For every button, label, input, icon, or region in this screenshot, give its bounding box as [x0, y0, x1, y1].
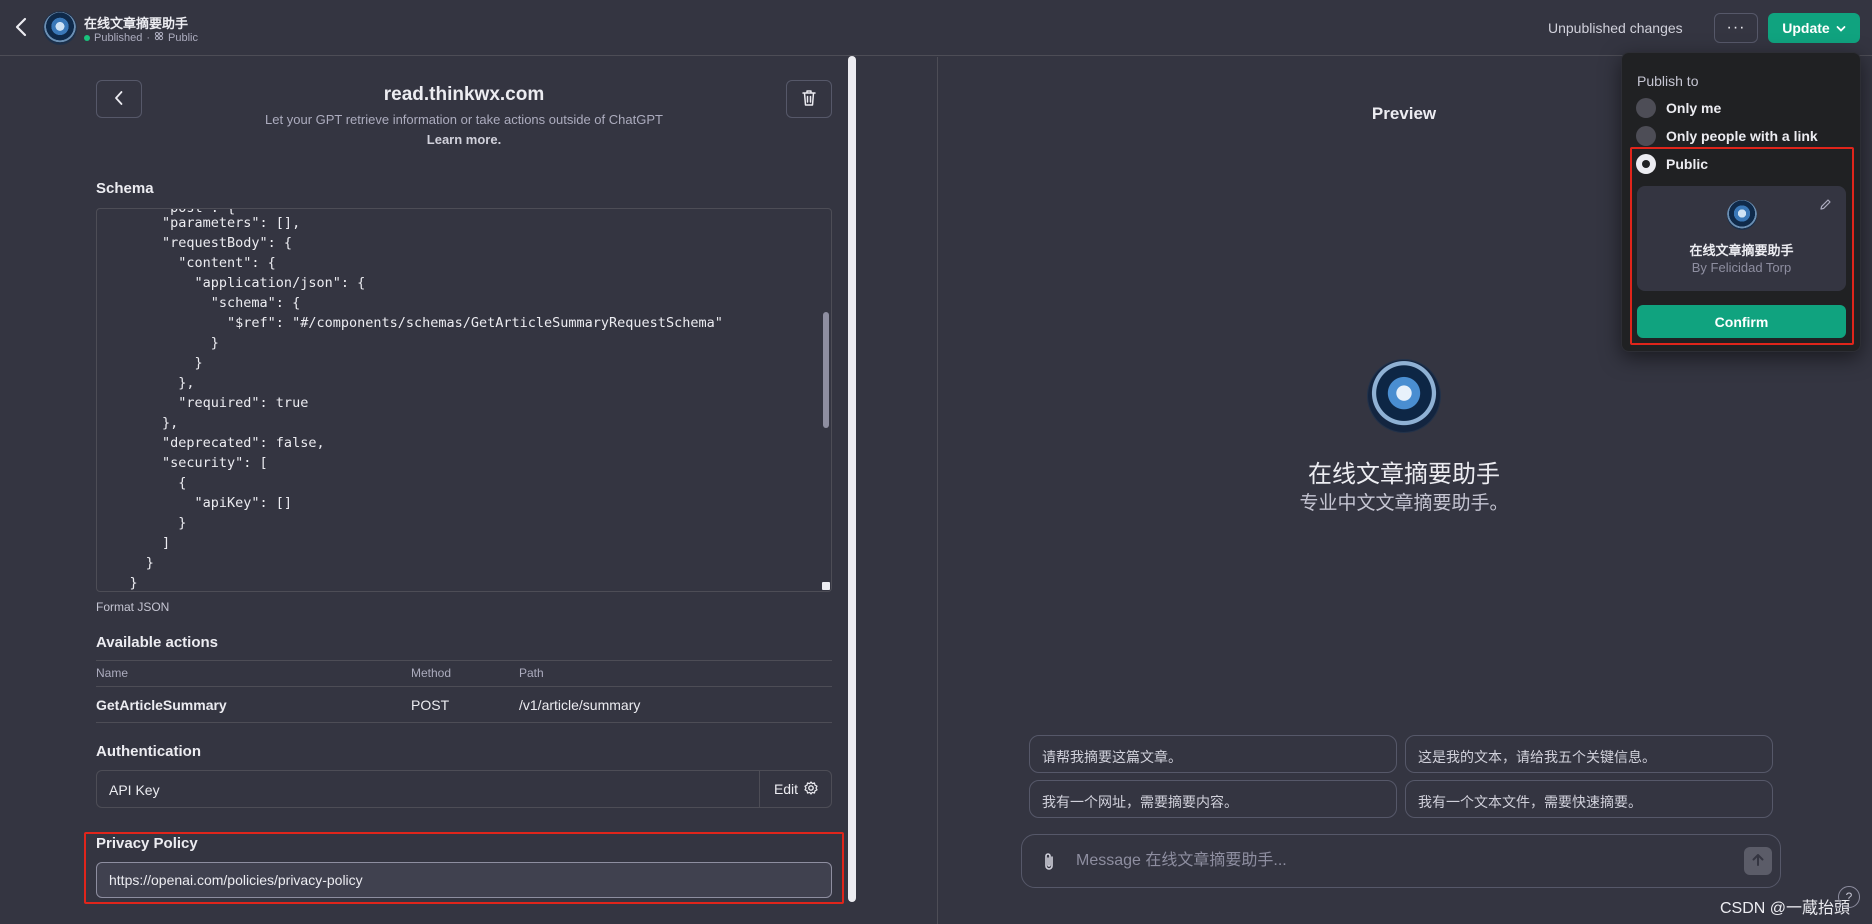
privacy-policy-heading: Privacy Policy: [96, 835, 198, 852]
action-row-name: GetArticleSummary: [96, 697, 227, 713]
authentication-heading: Authentication: [96, 743, 201, 760]
schema-line: },: [97, 375, 195, 391]
resize-handle-icon[interactable]: [822, 582, 830, 590]
panel-divider: [937, 57, 938, 924]
schema-scrollbar-thumb[interactable]: [823, 312, 829, 428]
gpt-preview-card: 在线文章摘要助手 By Felicidad Torp: [1637, 186, 1846, 291]
schema-line: "parameters": [],: [97, 215, 301, 231]
confirm-button[interactable]: Confirm: [1637, 305, 1846, 338]
divider: [96, 686, 832, 687]
public-globe-icon: [154, 31, 164, 44]
preview-title: Preview: [1371, 104, 1437, 123]
chevron-left-icon: [114, 90, 124, 109]
suggestion-chip[interactable]: 我有一个文本文件，需要快速摘要。: [1405, 780, 1773, 818]
schema-line: }: [97, 555, 154, 571]
status-label: Published: [94, 31, 143, 44]
panel-scrollbar[interactable]: [848, 56, 856, 902]
schema-line: }: [97, 575, 138, 591]
col-header-method: Method: [411, 666, 452, 680]
published-dot-icon: [84, 34, 90, 41]
schema-editor[interactable]: "post": { "parameters": [], "requestBody…: [96, 208, 832, 592]
schema-line: "required": true: [97, 395, 309, 411]
option-label: Public: [1666, 156, 1709, 172]
schema-line: ]: [97, 535, 171, 551]
format-json-link[interactable]: Format JSON: [96, 600, 169, 614]
radio-unselected-icon: [1636, 126, 1656, 146]
preview-gpt-description: 专业中文文章摘要助手。: [1299, 493, 1509, 514]
publish-to-heading: Publish to: [1637, 73, 1699, 89]
auth-type-value: API Key: [109, 782, 160, 798]
suggestion-chip[interactable]: 我有一个网址，需要摘要内容。: [1029, 780, 1397, 818]
option-label: Only me: [1666, 100, 1722, 116]
schema-line: "application/json": {: [97, 275, 366, 291]
ellipsis-icon: ···: [1726, 19, 1746, 36]
more-options-button[interactable]: ···: [1714, 13, 1758, 43]
schema-line: }: [97, 355, 203, 371]
editor-back-button[interactable]: [96, 80, 142, 118]
schema-line: "content": {: [97, 255, 276, 271]
update-label: Update: [1782, 20, 1830, 36]
schema-line: "schema": {: [97, 295, 301, 311]
preview-gpt-avatar: [1368, 360, 1440, 432]
action-domain: read.thinkwx.com: [383, 84, 545, 105]
authentication-field: API Key Edit: [96, 770, 832, 808]
auth-edit-button[interactable]: Edit: [759, 771, 832, 807]
pencil-icon[interactable]: [1819, 198, 1832, 214]
col-header-path: Path: [519, 666, 544, 680]
suggestion-chip[interactable]: 这是我的文本，请给我五个关键信息。: [1405, 735, 1773, 773]
status-separator: ·: [146, 31, 150, 44]
schema-line: "requestBody": {: [97, 235, 293, 251]
help-button[interactable]: ?: [1838, 886, 1860, 908]
send-button[interactable]: [1744, 847, 1772, 875]
gpt-avatar: [44, 12, 76, 44]
schema-line: "security": [: [97, 455, 268, 471]
publish-option-public[interactable]: Public: [1636, 154, 1708, 174]
action-row-path: /v1/article/summary: [519, 697, 641, 713]
radio-selected-icon: [1636, 154, 1656, 174]
publish-popover: Publish to Only me Only people with a li…: [1621, 52, 1861, 352]
action-subtitle: Let your GPT retrieve information or tak…: [265, 112, 663, 127]
preview-gpt-name: 在线文章摘要助手: [1308, 461, 1500, 488]
schema-line: "$ref": "#/components/schemas/GetArticle…: [97, 315, 723, 331]
schema-line: }: [97, 515, 187, 531]
schema-line: "deprecated": false,: [97, 435, 325, 451]
message-composer: [1021, 834, 1781, 888]
privacy-policy-input[interactable]: [96, 862, 832, 898]
paperclip-icon[interactable]: [1042, 851, 1056, 876]
gpt-name: 在线文章摘要助手: [84, 16, 189, 31]
chevron-down-icon: [1836, 20, 1846, 36]
card-author: By Felicidad Torp: [1691, 260, 1792, 275]
message-input[interactable]: [1076, 835, 1696, 887]
update-button[interactable]: Update: [1768, 13, 1860, 43]
option-label: Only people with a link: [1666, 128, 1818, 144]
suggestion-chip[interactable]: 请帮我摘要这篇文章。: [1029, 735, 1397, 773]
card-gpt-avatar: [1727, 200, 1757, 230]
publish-option-link[interactable]: Only people with a link: [1636, 126, 1818, 146]
publish-option-only-me[interactable]: Only me: [1636, 98, 1721, 118]
visibility-label: Public: [168, 31, 198, 44]
col-header-name: Name: [96, 666, 129, 680]
divider: [96, 660, 832, 661]
available-actions-heading: Available actions: [96, 634, 218, 651]
top-bar: 在线文章摘要助手 Published · Public Unpublished …: [0, 0, 1872, 56]
action-row-method: POST: [411, 697, 450, 713]
arrow-up-icon: [1751, 853, 1765, 870]
watermark: CSDN @一蔵抬頭: [1720, 900, 1851, 917]
auth-edit-label: Edit: [773, 781, 799, 797]
delete-action-button[interactable]: [786, 80, 832, 118]
divider: [96, 722, 832, 723]
schema-line: {: [97, 475, 187, 491]
schema-heading: Schema: [96, 180, 154, 197]
learn-more-link[interactable]: Learn more.: [400, 132, 528, 147]
card-gpt-name: 在线文章摘要助手: [1689, 243, 1794, 258]
gear-icon: [804, 780, 818, 798]
back-arrow-icon[interactable]: [14, 16, 34, 40]
radio-unselected-icon: [1636, 98, 1656, 118]
publish-status: Published · Public: [84, 31, 198, 44]
schema-line: }: [97, 335, 219, 351]
unpublished-changes: Unpublished changes: [1548, 20, 1683, 36]
schema-line: },: [97, 415, 179, 431]
schema-line: "apiKey": []: [97, 495, 293, 511]
trash-icon: [801, 89, 817, 110]
